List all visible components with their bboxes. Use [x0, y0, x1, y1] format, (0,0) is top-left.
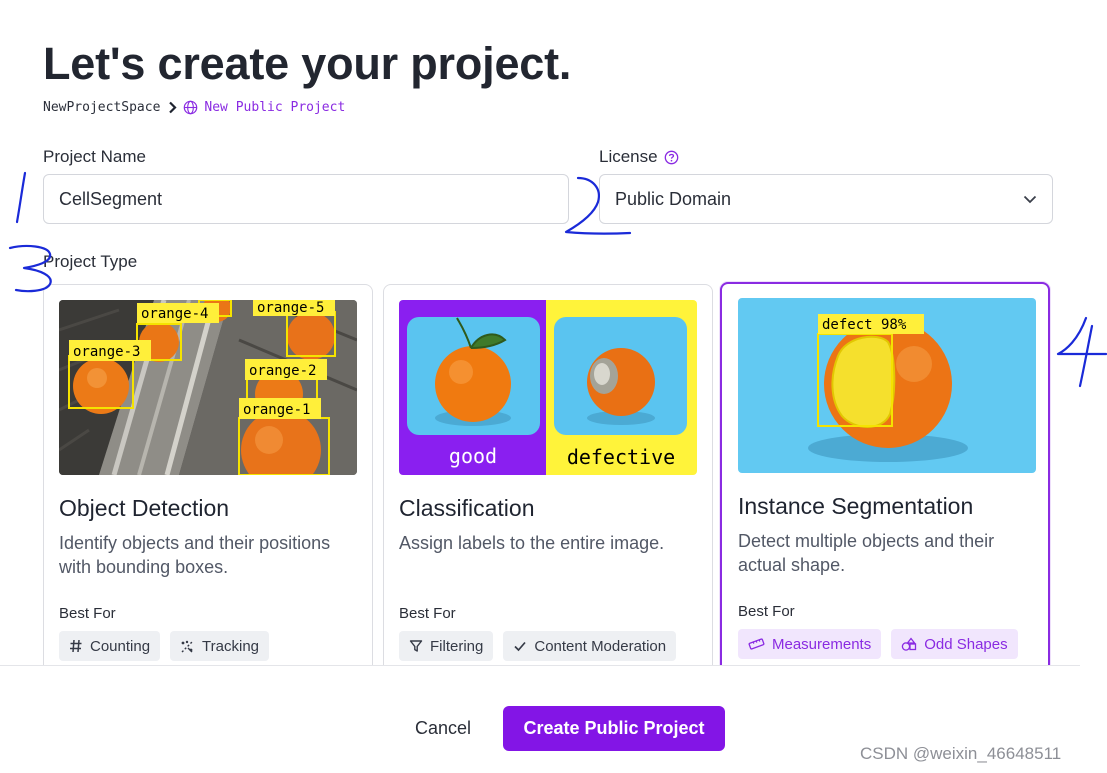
- card-object-detection[interactable]: orange-4 orange-5 orange-3 orange-2 oran…: [43, 284, 373, 665]
- license-label: License: [599, 147, 658, 166]
- footer-divider: [0, 665, 1080, 666]
- project-type-label: Project Type: [43, 252, 138, 271]
- tag-list: Counting Tracking: [59, 631, 270, 661]
- watermark: CSDN @weixin_46648511: [860, 744, 1062, 763]
- tag-tracking: Tracking: [170, 631, 270, 661]
- project-name-label: Project Name: [43, 147, 146, 166]
- svg-text:orange-4: orange-4: [141, 306, 208, 322]
- tag-filtering: Filtering: [399, 631, 494, 661]
- license-select[interactable]: Public Domain: [599, 174, 1053, 224]
- card-instance-segmentation[interactable]: defect 98% Instance Segmentation Detect …: [720, 282, 1050, 665]
- breadcrumb: NewProjectSpace New Public Project: [43, 100, 345, 115]
- chevron-down-icon: [1023, 195, 1037, 203]
- card-description: Identify objects and their positions wit…: [59, 533, 331, 577]
- tag-content-moderation: Content Moderation: [503, 631, 677, 661]
- hash-icon: [70, 639, 82, 653]
- shapes-icon: [901, 637, 917, 651]
- license-label-row: License: [599, 147, 679, 167]
- tag-list: Filtering Content Moderation: [399, 631, 677, 661]
- license-select-value: Public Domain: [615, 188, 732, 209]
- svg-text:defect 98%: defect 98%: [822, 317, 907, 333]
- tag-measurements: Measurements: [738, 629, 882, 659]
- svg-text:good: good: [449, 444, 497, 468]
- svg-text:orange-5: orange-5: [257, 300, 324, 316]
- help-icon[interactable]: [664, 150, 679, 165]
- breadcrumb-workspace[interactable]: NewProjectSpace: [43, 100, 160, 115]
- best-for-label: Best For: [738, 603, 795, 620]
- card-description: Detect multiple objects and their actual…: [738, 531, 995, 575]
- ruler-icon: [748, 638, 765, 650]
- breadcrumb-current: New Public Project: [183, 100, 345, 115]
- card-title: Instance Segmentation: [738, 493, 974, 519]
- globe-icon: [184, 100, 198, 115]
- svg-text:orange-1: orange-1: [243, 402, 310, 418]
- object-detection-image: orange-4 orange-5 orange-3 orange-2 oran…: [59, 300, 357, 475]
- best-for-label: Best For: [59, 605, 116, 622]
- card-title: Object Detection: [59, 495, 230, 521]
- card-description: Assign labels to the entire image.: [399, 533, 665, 553]
- page-title: Let's create your project.: [43, 38, 572, 89]
- svg-text:defective: defective: [567, 445, 675, 469]
- best-for-label: Best For: [399, 605, 456, 622]
- create-project-button[interactable]: Create Public Project: [503, 706, 725, 751]
- check-icon: [514, 641, 527, 652]
- svg-text:orange-2: orange-2: [249, 363, 316, 379]
- svg-text:orange-3: orange-3: [73, 344, 140, 360]
- tag-list: Measurements Odd Shapes: [738, 629, 1018, 659]
- breadcrumb-current-label: New Public Project: [204, 100, 346, 115]
- filter-icon: [409, 640, 423, 652]
- classification-image: good defective: [399, 300, 697, 475]
- card-title: Classification: [399, 495, 535, 521]
- instance-segmentation-image: defect 98%: [738, 298, 1036, 473]
- tag-odd-shapes: Odd Shapes: [891, 629, 1018, 659]
- project-name-input[interactable]: [43, 174, 569, 224]
- card-classification[interactable]: good defective Classification Assign lab…: [383, 284, 713, 665]
- project-type-cards: orange-4 orange-5 orange-3 orange-2 oran…: [0, 280, 1107, 665]
- tracking-icon: [181, 640, 194, 652]
- chevron-right-icon: [168, 101, 177, 114]
- cancel-button[interactable]: Cancel: [400, 706, 486, 750]
- tag-counting: Counting: [59, 631, 161, 661]
